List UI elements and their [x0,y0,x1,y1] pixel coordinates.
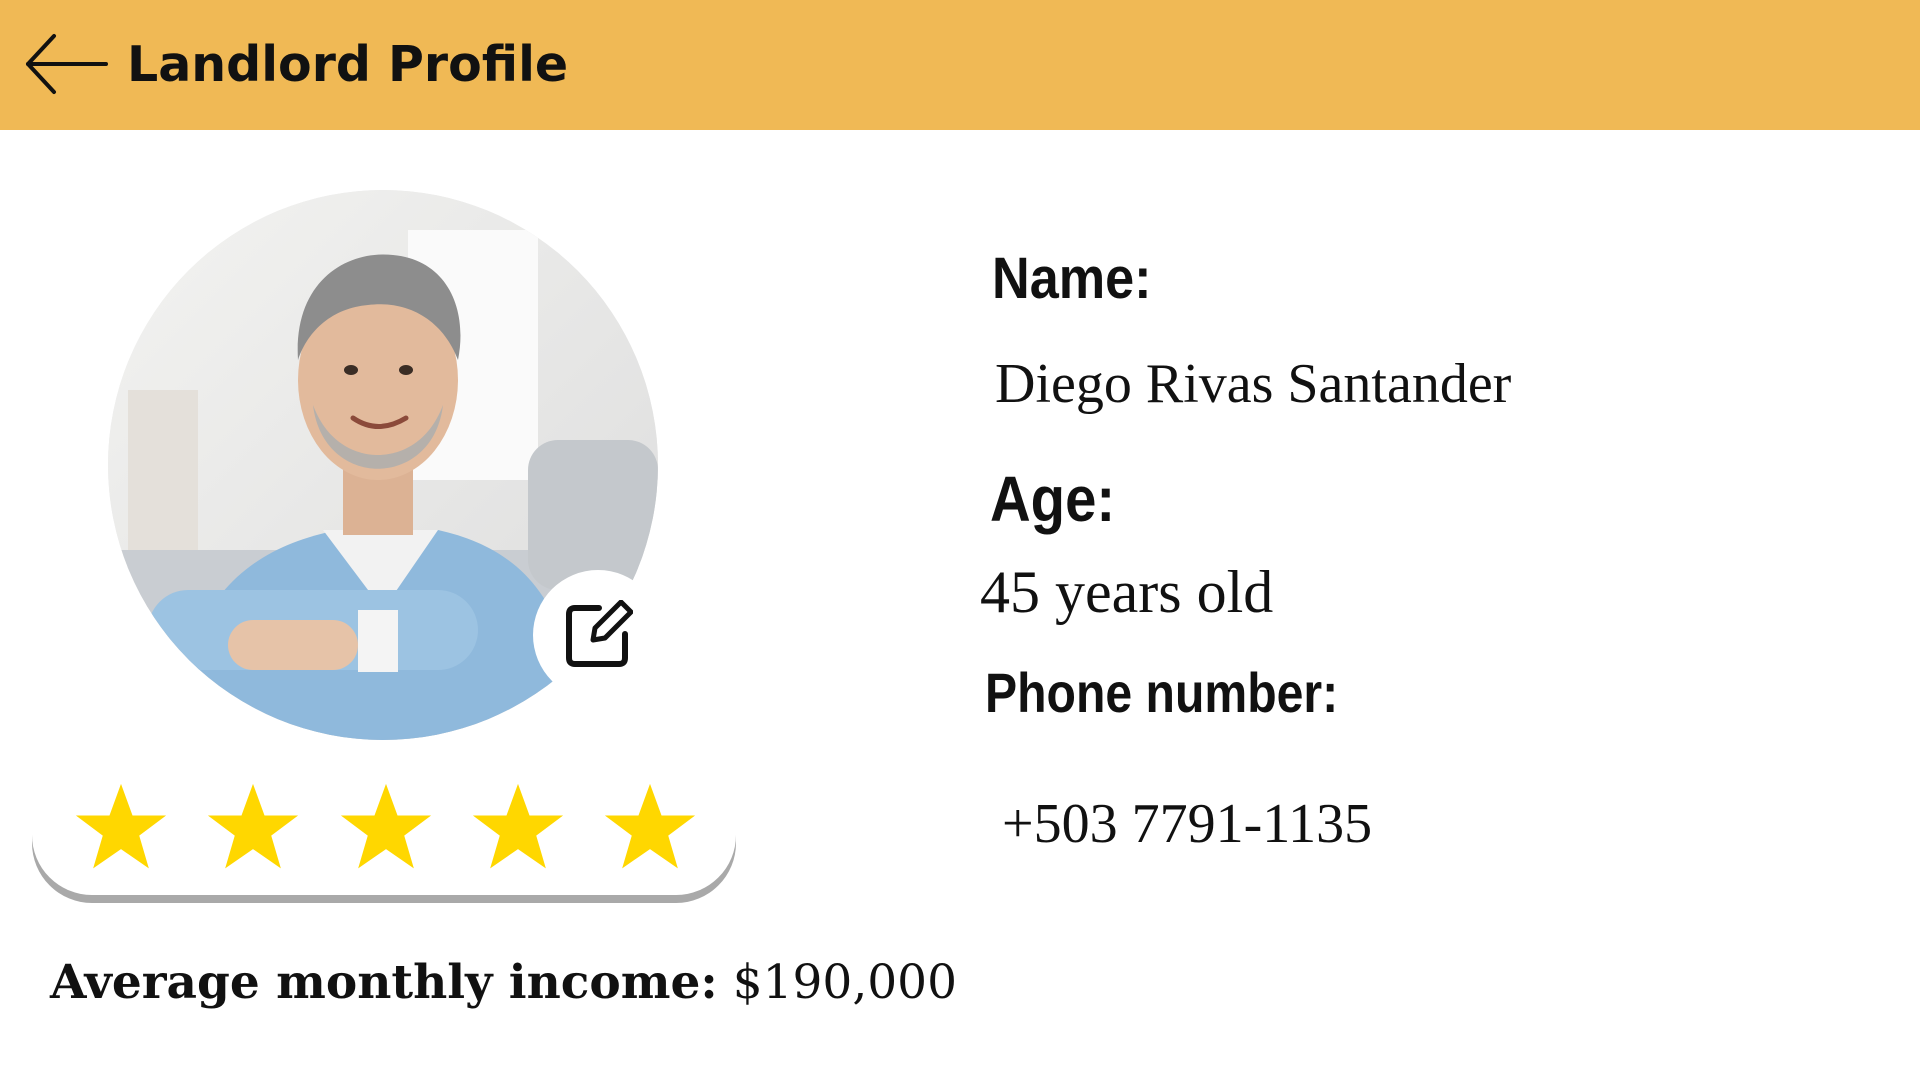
name-label: Name: [992,246,1152,311]
back-button[interactable] [22,30,110,98]
star-icon [340,783,432,869]
header-bar: Landlord Profile [0,0,1920,130]
income-label: Average monthly income: [50,955,718,1010]
phone-label: Phone number: [985,661,1339,724]
star-icon [75,783,167,869]
page-title: Landlord Profile [127,36,569,93]
phone-value: +503 7791-1135 [1002,793,1373,855]
income-value: $190,000 [732,955,957,1010]
age-label: Age: [990,463,1116,535]
arrow-left-icon [26,34,108,94]
rating-card [32,760,736,895]
name-value: Diego Rivas Santander [995,353,1512,415]
income-line: Average monthly income: $190,000 [50,955,957,1010]
star-icon [604,783,696,869]
star-icon [207,783,299,869]
age-value: 45 years old [980,559,1274,625]
edit-profile-button[interactable] [533,570,663,700]
star-icon [472,783,564,869]
edit-icon [566,600,633,667]
